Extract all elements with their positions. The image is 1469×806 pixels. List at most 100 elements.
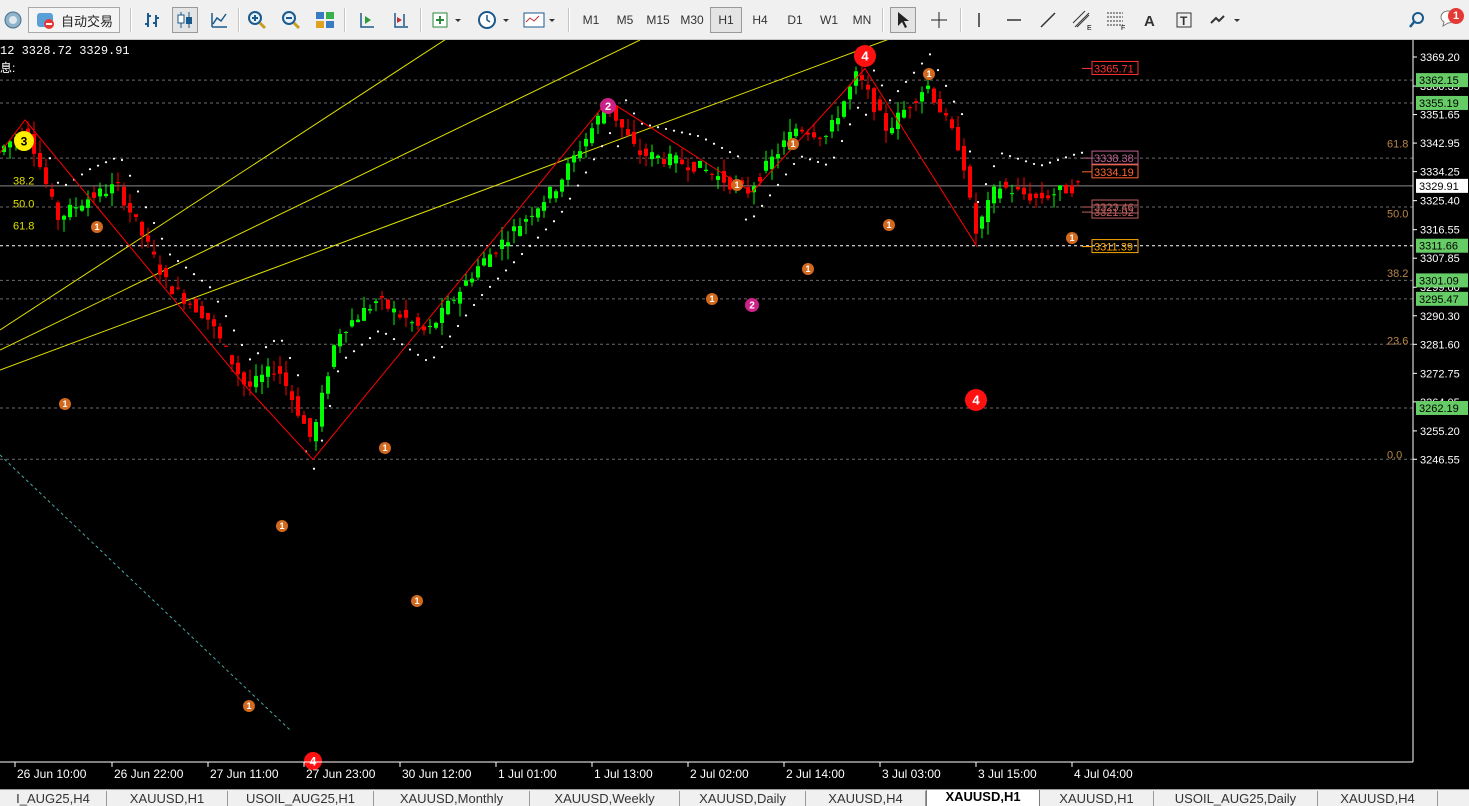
zoom-in-icon[interactable] (244, 7, 270, 33)
candle-body (686, 167, 690, 171)
arrows-dropdown[interactable] (1205, 7, 1245, 33)
timeframe-m1[interactable]: M1 (575, 7, 607, 33)
auto-trade-button[interactable]: 自动交易 (28, 7, 120, 33)
templates-dropdown[interactable] (520, 7, 560, 33)
candle-body (158, 264, 162, 275)
candlestick-icon[interactable] (172, 7, 198, 33)
line-chart-icon[interactable] (206, 7, 232, 33)
chart-tab[interactable]: I_AUG25,H4 (0, 791, 107, 806)
auto-scroll-icon[interactable] (354, 7, 380, 33)
periods-dropdown[interactable] (474, 7, 514, 33)
sar-dot (1056, 158, 1060, 162)
timeframe-m30[interactable]: M30 (676, 7, 708, 33)
sar-dot (816, 160, 820, 164)
sar-dot (664, 127, 668, 131)
sar-dot (720, 146, 724, 150)
notification-count: 1 (1453, 10, 1460, 22)
candle-body (170, 286, 174, 295)
chart-canvas[interactable]: 3365.713338.383334.193323.463321.923311.… (0, 40, 1469, 789)
chart-tab[interactable]: XAUUSD,H1 (1040, 791, 1154, 806)
sar-dot (408, 348, 412, 351)
timeframe-d1[interactable]: D1 (779, 7, 811, 33)
sar-dot (840, 139, 844, 143)
zoom-out-icon[interactable] (278, 7, 304, 33)
candle-body (218, 326, 222, 339)
sar-dot (560, 210, 564, 213)
timeframe-mn[interactable]: MN (846, 7, 878, 33)
candle-body (938, 99, 942, 113)
sar-dot (536, 236, 540, 239)
sar-dot (352, 350, 356, 353)
sar-dot (704, 138, 708, 141)
candle-body (446, 300, 450, 315)
fib-level-label: 23.6 (1387, 336, 1408, 348)
vertical-line-icon[interactable] (966, 7, 992, 33)
chart-tab[interactable]: XAUUSD,Daily (680, 791, 806, 806)
price-tick-label: 3325.40 (1420, 196, 1460, 208)
wave-label: 1 (805, 264, 810, 274)
timeframe-m5[interactable]: M5 (609, 7, 641, 33)
horizontal-line-icon[interactable] (1001, 7, 1027, 33)
tile-windows-icon[interactable] (312, 7, 338, 33)
candle-body (572, 155, 576, 163)
sar-dot (1080, 151, 1084, 154)
sar-dot (968, 150, 972, 153)
timeframe-w1[interactable]: W1 (813, 7, 845, 33)
notification-icon[interactable]: 1 (1438, 7, 1464, 33)
indicators-dropdown[interactable] (428, 7, 466, 33)
chart-tab[interactable]: XAUUSD,Monthly (374, 791, 530, 806)
candle-body (650, 152, 654, 160)
timeframe-h1[interactable]: H1 (710, 7, 742, 33)
auto-trade-label: 自动交易 (60, 13, 113, 29)
candle-body (1040, 192, 1044, 199)
chart-tab[interactable]: USOIL_AUG25,H1 (228, 791, 374, 806)
logo-icon[interactable] (0, 7, 26, 33)
chart-shift-icon[interactable] (388, 7, 414, 33)
text-icon[interactable]: A (1137, 7, 1163, 33)
candle-body (290, 391, 294, 401)
auto-trade-icon (36, 13, 54, 29)
chart-tab[interactable]: XAUUSD,H1 (107, 791, 228, 806)
chart-tab[interactable]: XAUUSD,H1 (926, 790, 1040, 806)
candle-body (878, 99, 882, 111)
wave-label: 4 (861, 49, 869, 64)
search-icon[interactable] (1404, 7, 1430, 33)
bar-chart-icon[interactable] (140, 7, 166, 33)
candle-body (680, 159, 684, 164)
sar-dot (784, 173, 788, 176)
candle-body (194, 299, 198, 313)
candle-body (692, 161, 696, 172)
cursor-icon[interactable] (890, 7, 916, 33)
sar-dot (800, 155, 804, 158)
candle-body (272, 373, 276, 375)
candle-body (410, 322, 414, 324)
sar-dot (256, 352, 260, 355)
price-chart[interactable]: 3365.71 3338.38 3334.19 3323.46 3321.92 3311.… (0, 40, 1469, 789)
sar-dot (992, 165, 996, 168)
chart-tab[interactable]: XAUUSD,H4 (806, 791, 926, 806)
chart-tab[interactable]: XAUUSD,H4 (1318, 791, 1438, 806)
sar-dot (984, 182, 988, 186)
candle-body (932, 88, 936, 103)
chart-tab[interactable]: XAUUSD,Weekly (530, 791, 680, 806)
candle-body (524, 219, 528, 222)
trendline-icon[interactable] (1035, 7, 1061, 33)
sar-dot (520, 252, 524, 256)
current-price-label: 3329.91 (1419, 181, 1459, 193)
fibonacci-icon[interactable]: F (1103, 7, 1129, 33)
equidistant-channel-icon[interactable]: E (1069, 7, 1095, 33)
sar-dot (776, 183, 780, 187)
text-label-icon[interactable]: T (1171, 7, 1197, 33)
timeframe-m15[interactable]: M15 (642, 7, 674, 33)
sar-dot (888, 99, 892, 102)
chart-tab[interactable]: USOIL_AUG25,Daily (1154, 791, 1318, 806)
timeframe-h4[interactable]: H4 (744, 7, 776, 33)
candle-body (488, 254, 492, 267)
candle-body (644, 148, 648, 156)
candle-body (188, 303, 192, 305)
sar-dot (208, 286, 212, 289)
candle-body (566, 163, 570, 180)
crosshair-icon[interactable] (926, 7, 952, 33)
candle-body (434, 322, 438, 328)
time-axis: 26 Jun 10:00 26 Jun 22:00 27 Jun 11:00 27 J… (0, 761, 1413, 781)
